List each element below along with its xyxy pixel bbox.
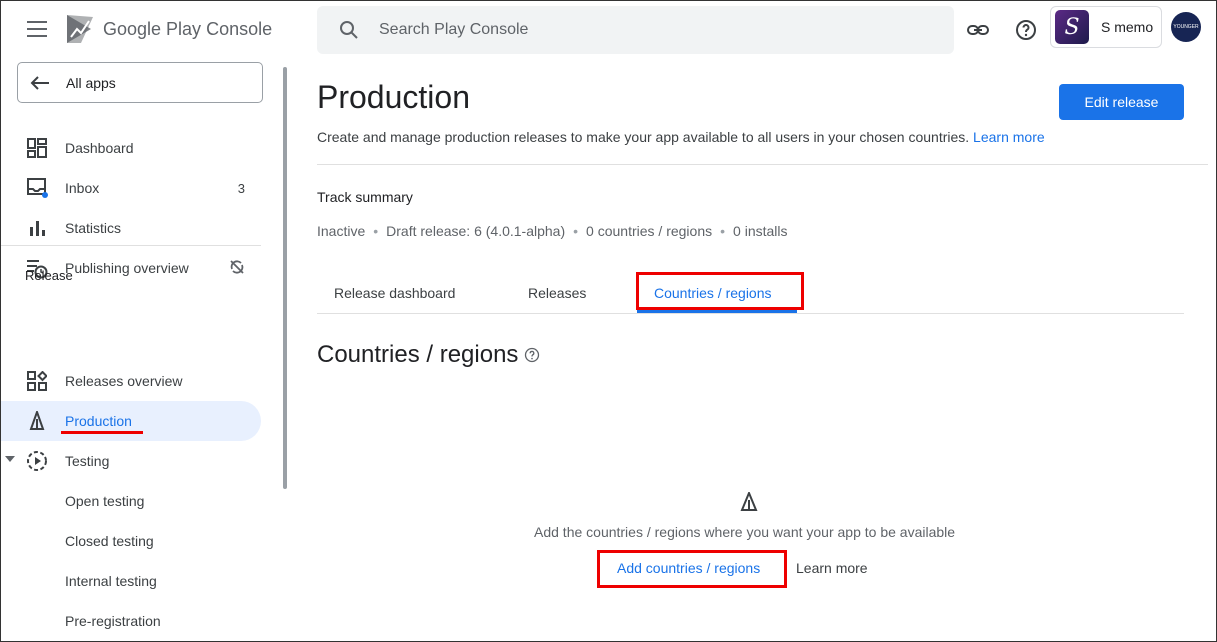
help-icon[interactable] [1014, 18, 1038, 42]
sidebar-item-internal-testing[interactable]: Internal testing [65, 573, 157, 589]
edit-release-button[interactable]: Edit release [1059, 84, 1184, 120]
search-input[interactable] [379, 21, 919, 39]
separator-dot: • [573, 223, 579, 239]
search-bar[interactable] [317, 6, 954, 54]
tab-release-dashboard[interactable]: Release dashboard [334, 285, 455, 301]
sidebar-item-inbox[interactable]: Inbox 3 [1, 168, 261, 208]
sidebar-item-dashboard[interactable]: Dashboard [1, 128, 261, 168]
track-summary-meta: Inactive • Draft release: 6 (4.0.1-alpha… [317, 223, 788, 239]
track-status: Inactive [317, 223, 366, 239]
all-apps-button[interactable]: All apps [17, 62, 263, 103]
track-draft-release: Draft release: 6 (4.0.1-alpha) [386, 223, 566, 239]
sidebar-item-releases-overview[interactable]: Releases overview [1, 361, 261, 401]
learn-more-link[interactable]: Learn more [973, 129, 1045, 145]
production-highlight-underline [61, 431, 143, 434]
menu-icon[interactable] [27, 21, 47, 37]
avatar[interactable]: YOUNGER [1171, 12, 1201, 42]
inbox-count-badge: 3 [237, 180, 245, 196]
tabs-divider [317, 313, 1184, 314]
tab-releases[interactable]: Releases [528, 285, 586, 301]
app-name: S memo [1101, 19, 1154, 35]
bar-chart-icon [25, 216, 49, 240]
separator-dot: • [720, 223, 726, 239]
testing-icon [25, 449, 49, 473]
sidebar-item-label: Inbox [65, 180, 100, 196]
inbox-icon [25, 176, 49, 200]
sidebar-item-label: Production [65, 413, 132, 429]
link-icon[interactable] [966, 18, 990, 42]
empty-state-text: Add the countries / regions where you wa… [534, 524, 956, 540]
release-section-label: Release [25, 268, 73, 283]
page-title: Production [317, 79, 470, 115]
rocket-icon [25, 409, 49, 433]
logo-console-text: Console [206, 18, 273, 39]
sidebar-item-label: Statistics [65, 220, 122, 236]
play-console-logo[interactable]: Google Play Console [65, 13, 272, 45]
page-description: Create and manage production releases to… [317, 129, 1045, 145]
help-circle-icon[interactable] [524, 347, 540, 363]
learn-more-button[interactable]: Learn more [796, 560, 868, 576]
description-text: Create and manage production releases to… [317, 129, 970, 145]
sidebar-item-label: Publishing overview [65, 260, 189, 276]
section-title-text: Countries / regions [317, 341, 519, 368]
play-logo-icon [67, 15, 93, 43]
sidebar-item-label: Testing [65, 453, 110, 469]
all-apps-label: All apps [66, 74, 116, 91]
track-summary-title: Track summary [317, 189, 413, 205]
logo-google-text: Google Play [103, 18, 202, 39]
sidebar-item-label: Dashboard [65, 140, 134, 156]
sidebar-item-statistics[interactable]: Statistics [1, 208, 261, 248]
sidebar-item-testing[interactable]: Testing [1, 441, 261, 481]
sidebar-item-open-testing[interactable]: Open testing [65, 493, 144, 509]
section-title: Countries / regions [317, 341, 540, 369]
active-tab-indicator [637, 310, 797, 313]
rocket-icon [740, 492, 758, 511]
sidebar-item-production[interactable]: Production [1, 401, 261, 441]
separator-dot: • [373, 223, 379, 239]
app-icon: S [1055, 10, 1089, 44]
add-link-highlight-box [597, 550, 787, 588]
sidebar-divider [1, 245, 261, 246]
dashboard-icon [25, 136, 49, 160]
sidebar-item-closed-testing[interactable]: Closed testing [65, 533, 154, 549]
sidebar-scrollbar[interactable] [283, 67, 287, 489]
header-divider [317, 164, 1208, 165]
sidebar-item-pre-registration[interactable]: Pre-registration [65, 613, 161, 629]
releases-overview-icon [25, 369, 49, 393]
sync-off-icon [229, 259, 245, 278]
track-installs: 0 installs [733, 223, 788, 239]
search-icon [340, 21, 358, 39]
track-countries: 0 countries / regions [586, 223, 713, 239]
app-selector[interactable]: S S memo [1050, 6, 1162, 48]
tab-highlight-box [636, 272, 804, 310]
arrow-back-icon [30, 75, 49, 90]
sidebar-item-label: Releases overview [65, 373, 183, 389]
